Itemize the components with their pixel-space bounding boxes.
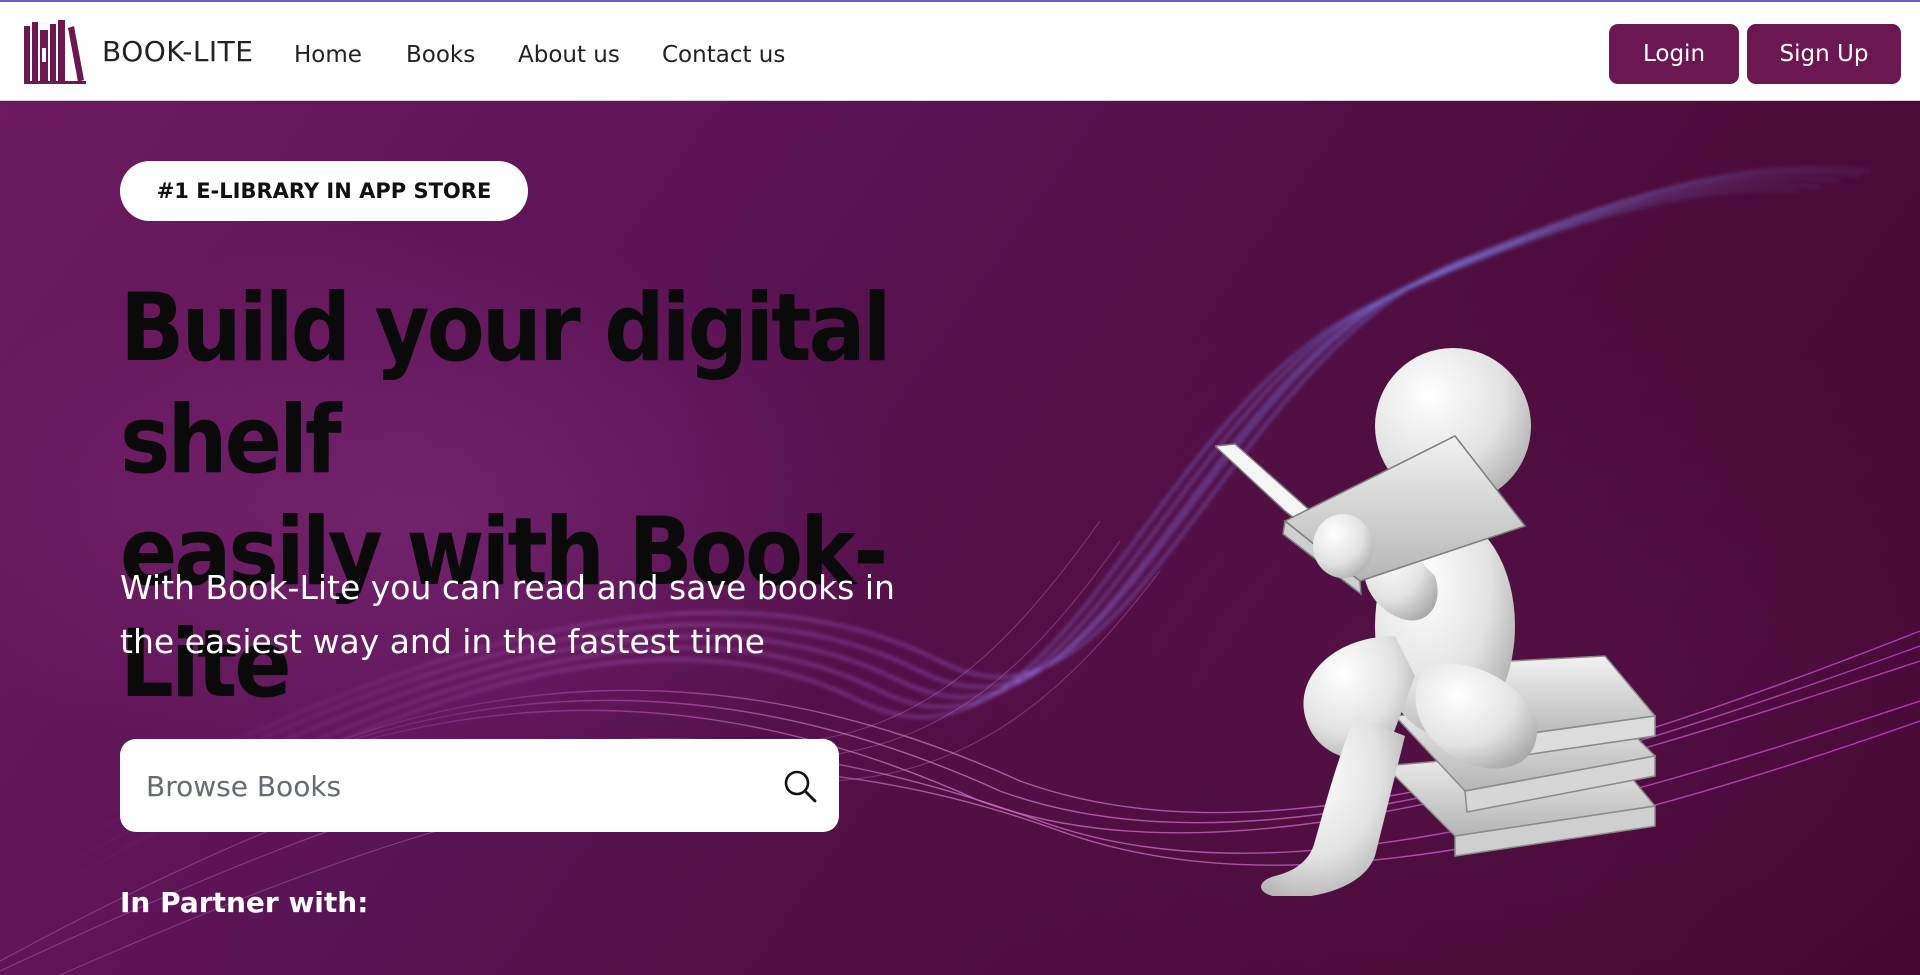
hero-headline-line-1: Build your digital shelf (120, 274, 892, 495)
nav-link-contact-us[interactable]: Contact us (662, 42, 785, 68)
brand-name[interactable]: BOOK-LITE (102, 35, 253, 68)
browse-books-input[interactable] (144, 739, 748, 834)
login-button[interactable]: Login (1609, 24, 1739, 84)
hero-description-line-2: the easiest way and in the fastest time (120, 622, 765, 661)
hero-description: With Book-Lite you can read and save boo… (120, 561, 920, 669)
signup-button[interactable]: Sign Up (1747, 24, 1901, 84)
bookshelf-icon[interactable] (24, 20, 86, 84)
search-bar (120, 739, 839, 834)
app-store-badge: #1 E-LIBRARY IN APP STORE (120, 161, 528, 221)
reading-figure-illustration (1215, 348, 1657, 896)
top-navbar: BOOK-LITE Home Books About us Contact us… (0, 0, 1920, 101)
nav-link-home[interactable]: Home (294, 42, 362, 68)
hero-section: #1 E-LIBRARY IN APP STORE Build your dig… (0, 101, 1920, 975)
partner-heading: In Partner with: (120, 886, 369, 919)
nav-link-about-us[interactable]: About us (518, 42, 620, 68)
hero-description-line-1: With Book-Lite you can read and save boo… (120, 568, 895, 607)
search-icon[interactable] (783, 769, 817, 803)
nav-link-books[interactable]: Books (406, 42, 475, 68)
